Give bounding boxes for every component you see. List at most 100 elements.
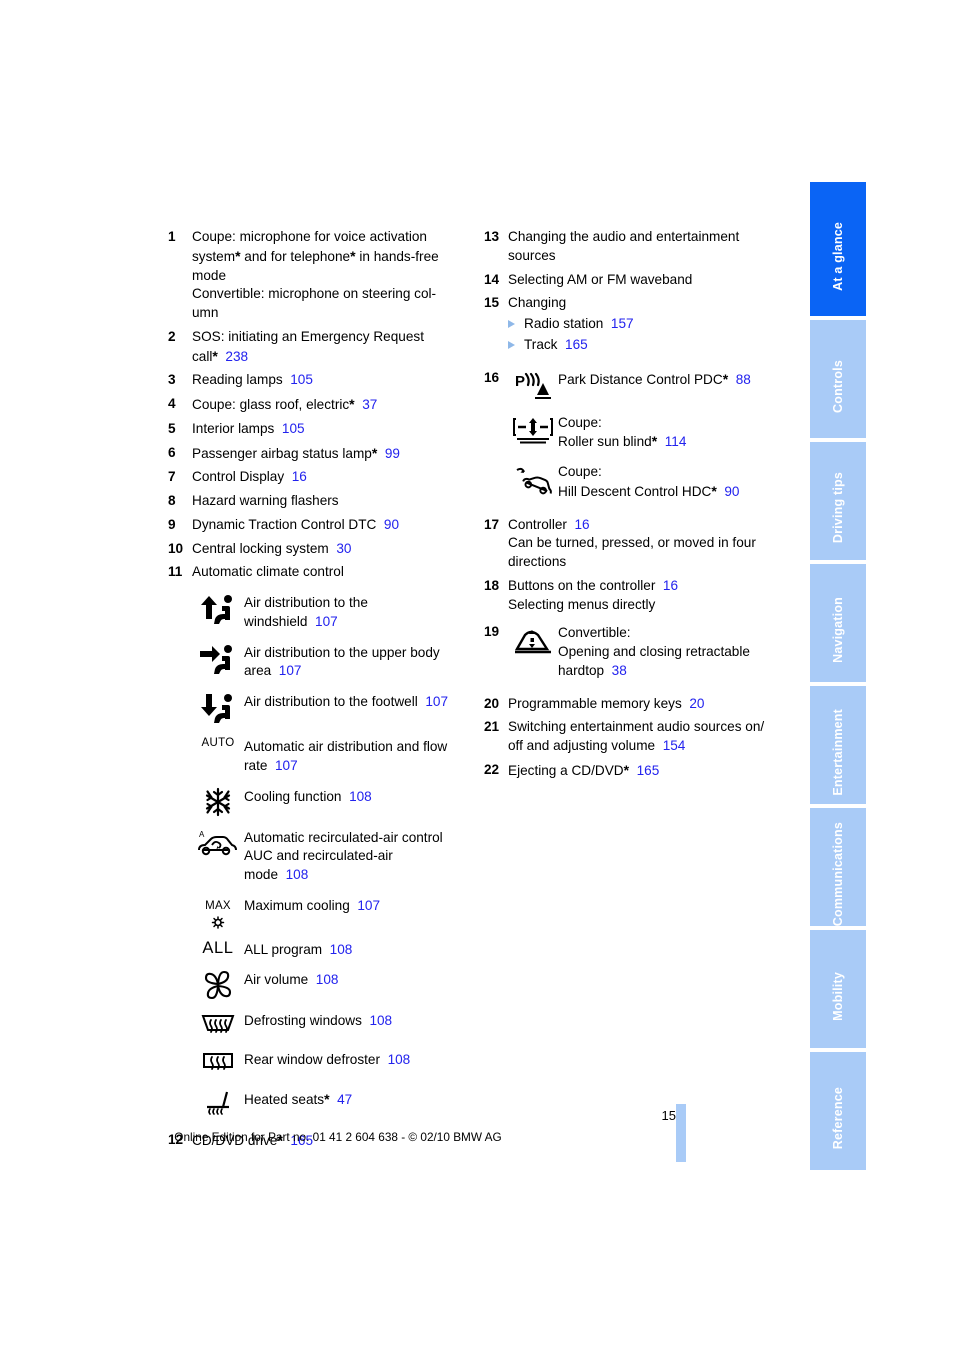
item-line: Control Display	[192, 469, 285, 485]
item-number: 17	[484, 516, 500, 532]
item-text: Air volume 108	[244, 969, 468, 990]
page-reference[interactable]: 88	[736, 372, 751, 387]
page-reference[interactable]: 107	[279, 663, 302, 678]
page-reference[interactable]: 107	[315, 614, 338, 629]
item-line: AUC and recirculated-air	[244, 848, 393, 864]
page-reference[interactable]: 16	[663, 578, 678, 593]
page-reference[interactable]: 105	[290, 372, 313, 387]
sidebar-item-driving-tips[interactable]: Driving tips	[810, 442, 866, 560]
item-text: Changing	[508, 294, 784, 313]
page-reference[interactable]: 157	[611, 316, 634, 331]
item-line: Can be turned, pressed, or moved in four	[508, 535, 756, 551]
item-text: Dynamic Traction Control DTC 90	[192, 516, 468, 535]
item-line: Selecting menus directly	[508, 596, 656, 612]
item-text: Ejecting a CD/DVD* 165	[508, 761, 784, 781]
page-reference[interactable]: 165	[565, 337, 588, 352]
page-reference[interactable]: 108	[388, 1052, 411, 1067]
page-reference[interactable]: 108	[316, 972, 339, 987]
item-line: Buttons on the controller	[508, 577, 656, 593]
item-line: call	[192, 348, 213, 364]
item-number: 18	[484, 577, 500, 593]
list-item: 17 Controller 16 Can be turned, pressed,…	[484, 516, 784, 572]
item-line: Radio station	[524, 316, 604, 331]
item-number: 20	[484, 695, 500, 711]
item-line: Automatic recirculated-air control	[244, 829, 443, 845]
item-line: umn	[192, 305, 219, 320]
item-text: Automatic recirculated-air control AUC a…	[244, 827, 468, 885]
item-number: 11	[168, 564, 183, 580]
page-reference[interactable]: 16	[575, 517, 590, 532]
page-reference[interactable]: 165	[637, 763, 660, 778]
item-line: SOS: initiating an Emergency Request	[192, 328, 424, 344]
list-item: 2 SOS: initiating an Emergency Request c…	[168, 328, 468, 367]
pdc-icon: P	[508, 369, 558, 403]
right-column: 13 Changing the audio and entertainment …	[484, 228, 784, 786]
sidebar-item-at-a-glance[interactable]: At a glance	[810, 182, 866, 316]
item-line: Dynamic Traction Control DTC	[192, 516, 377, 532]
option-asterisk: *	[711, 482, 717, 499]
page-reference[interactable]: 90	[724, 484, 739, 499]
item-text: SOS: initiating an Emergency Request cal…	[192, 328, 468, 367]
page-reference[interactable]: 108	[369, 1013, 392, 1028]
item-text: Track 165	[524, 336, 588, 355]
triangle-bullet-icon	[508, 320, 515, 328]
list-item: 14 Selecting AM or FM waveband	[484, 271, 784, 290]
list-item: Cooling function 108	[192, 786, 468, 817]
page-reference[interactable]: 108	[286, 867, 309, 882]
page-reference[interactable]: 38	[612, 663, 627, 678]
item-line: Defrosting windows	[244, 1013, 362, 1029]
option-asterisk: *	[623, 761, 630, 778]
item-line: Passenger airbag status lamp	[192, 445, 372, 461]
item-line: Controller	[508, 516, 567, 532]
item-line: sources	[508, 247, 556, 263]
snowflake-cooling-icon	[192, 786, 244, 817]
item-line: Air volume	[244, 972, 309, 988]
sidebar-item-entertainment[interactable]: Entertainment	[810, 686, 866, 804]
sidebar-item-reference[interactable]: Reference	[810, 1052, 866, 1170]
page-reference[interactable]: 47	[337, 1092, 352, 1107]
page-reference[interactable]: 108	[330, 942, 353, 957]
sidebar-item-mobility[interactable]: Mobility	[810, 930, 866, 1048]
page-reference[interactable]: 107	[275, 758, 298, 773]
sidebar-item-communications[interactable]: Communications	[810, 808, 866, 926]
sidebar-item-navigation[interactable]: Navigation	[810, 564, 866, 682]
page-reference[interactable]: 37	[362, 397, 377, 412]
item-text: Rear window defroster 108	[244, 1049, 468, 1070]
item-line: Park Distance Control PDC	[558, 371, 723, 387]
air-distribution-windshield-icon	[192, 592, 244, 627]
sidebar-item-label: Reference	[831, 1086, 845, 1150]
item-line: Coupe: microphone for voice activation	[192, 229, 427, 244]
item-text: Changing the audio and entertainment sou…	[508, 228, 784, 266]
page-reference[interactable]: 154	[663, 738, 686, 753]
page-reference[interactable]: 20	[689, 696, 704, 711]
page-reference[interactable]: 105	[282, 421, 305, 436]
page-reference[interactable]: 99	[385, 446, 400, 461]
page-reference[interactable]: 90	[384, 517, 399, 532]
list-item: 18 Buttons on the controller 16 Selectin…	[484, 577, 784, 615]
sidebar-item-controls[interactable]: Controls	[810, 320, 866, 438]
page-reference[interactable]: 107	[357, 898, 380, 913]
list-item: ALL ALL program 108	[192, 939, 468, 960]
item-line: Selecting AM or FM waveband	[508, 271, 693, 287]
item-line: Cooling function	[244, 788, 342, 804]
list-item: 6 Passenger airbag status lamp* 99	[168, 444, 468, 464]
list-item: Air distribution to the footwell 107	[192, 691, 468, 726]
item-line: Automatic climate control	[192, 564, 344, 580]
page-reference[interactable]: 108	[349, 789, 372, 804]
item-number: 8	[168, 493, 176, 508]
page-reference[interactable]: 30	[336, 541, 351, 556]
page-reference[interactable]: 238	[225, 349, 248, 364]
item-line: Ejecting a CD/DVD	[508, 762, 624, 778]
list-item: 3 Reading lamps 105	[168, 371, 468, 390]
sidebar-item-label: Entertainment	[831, 708, 845, 796]
page-reference[interactable]: 114	[665, 434, 687, 449]
item-number: 4	[168, 396, 176, 411]
page-reference[interactable]: 107	[425, 694, 448, 709]
item-number: 5	[168, 420, 176, 436]
item-line: mode	[192, 267, 227, 283]
item-line: hardtop	[558, 662, 605, 678]
list-item: 22 Ejecting a CD/DVD* 165	[484, 761, 784, 781]
page-reference[interactable]: 16	[292, 469, 307, 484]
list-item: 11 Automatic climate control	[168, 563, 468, 582]
list-item: A Automatic recirculated-air control AUC…	[192, 827, 468, 885]
